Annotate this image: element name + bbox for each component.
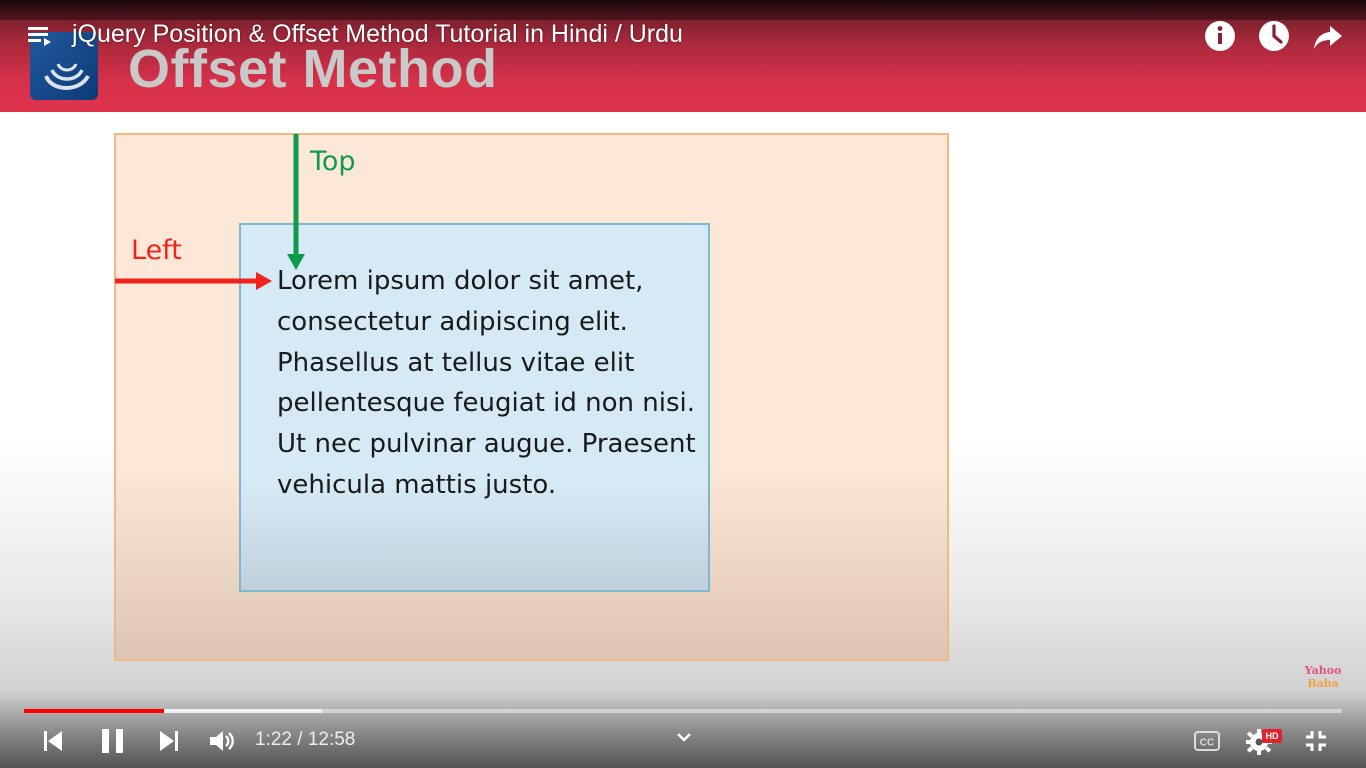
- skip-next-icon: [160, 731, 178, 751]
- watch-later-button[interactable]: [1254, 16, 1294, 56]
- watermark-line-1: Yahoo: [1304, 664, 1342, 677]
- chevron-down-icon: [677, 733, 691, 742]
- playlist-button[interactable]: [22, 18, 58, 54]
- yahoo-baba-watermark: Yahoo Baba: [1301, 664, 1345, 690]
- clock-icon: [1259, 21, 1289, 51]
- captions-icon: CC: [1194, 731, 1220, 751]
- video-frame[interactable]: Offset Method Lorem ipsum dolor sit amet…: [0, 0, 1366, 768]
- skip-previous-icon: [44, 731, 62, 751]
- progress-played: [24, 709, 164, 713]
- volume-icon: [210, 731, 234, 751]
- exit-fullscreen-button[interactable]: [1302, 727, 1330, 755]
- info-button[interactable]: [1200, 16, 1240, 56]
- watermark-line-2: Baba: [1307, 677, 1339, 690]
- more-videos-toggle[interactable]: [672, 726, 696, 748]
- volume-button[interactable]: [206, 727, 238, 755]
- progress-bar[interactable]: [24, 709, 1342, 713]
- time-separator: /: [291, 729, 308, 750]
- top-label: Top: [310, 146, 356, 177]
- offset-arrows: [115, 134, 305, 290]
- left-label: Left: [131, 235, 182, 266]
- pause-button[interactable]: [98, 726, 128, 756]
- share-button[interactable]: [1308, 16, 1348, 56]
- time-display: 1:22 / 12:58: [255, 729, 355, 751]
- top-shade: [0, 0, 1366, 20]
- video-title[interactable]: jQuery Position & Offset Method Tutorial…: [72, 20, 683, 49]
- left-arrow-head: [256, 272, 272, 290]
- next-button[interactable]: [156, 728, 184, 754]
- top-arrow-head: [287, 254, 305, 270]
- previous-button[interactable]: [40, 728, 68, 754]
- captions-button[interactable]: CC: [1192, 728, 1222, 754]
- duration: 12:58: [307, 729, 356, 750]
- info-icon: [1205, 21, 1235, 51]
- playlist-icon: [28, 27, 51, 46]
- pause-icon: [102, 729, 123, 753]
- current-time: 1:22: [255, 729, 292, 750]
- exit-fullscreen-icon: [1306, 731, 1326, 751]
- share-icon: [1314, 26, 1342, 49]
- hd-badge: HD: [1262, 729, 1282, 743]
- svg-text:CC: CC: [1200, 738, 1214, 749]
